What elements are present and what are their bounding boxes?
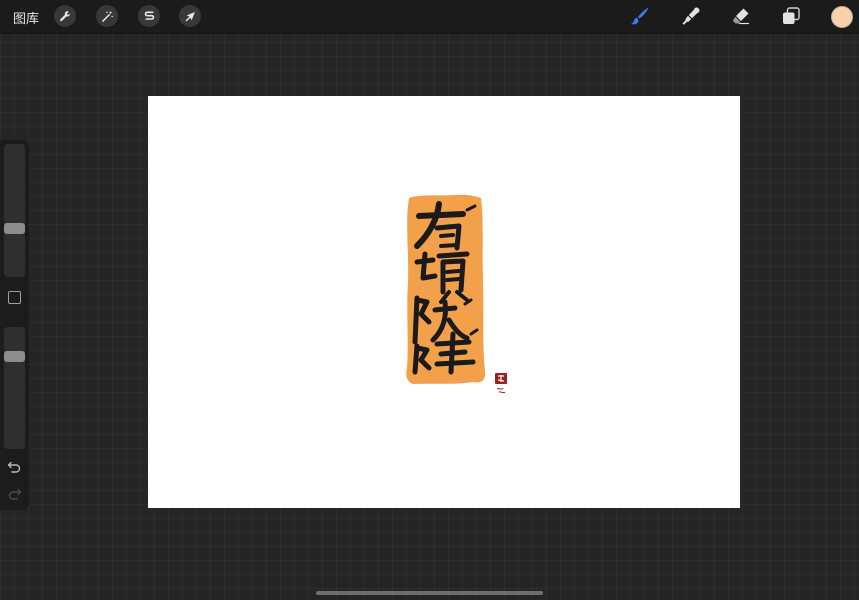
left-sidebar [0,140,29,510]
brush-icon[interactable] [630,6,650,26]
modify-button[interactable] [8,291,21,304]
opacity-thumb[interactable] [4,351,25,363]
smudge-icon[interactable] [681,6,701,26]
selection-button[interactable] [138,5,160,27]
adjustments-button[interactable] [96,5,118,27]
selection-icon [144,11,154,20]
brush-size-thumb[interactable] [4,223,25,235]
red-seal-stamp [495,373,507,394]
top-toolbar: 图库 [0,0,859,34]
magic-wand-icon [101,10,113,22]
actions-button[interactable] [54,5,76,27]
home-indicator [316,591,543,595]
brush-size-slider[interactable] [4,144,25,277]
layers-icon[interactable] [781,6,801,26]
color-picker-swatch[interactable] [831,6,853,28]
gallery-button[interactable]: 图库 [13,8,39,27]
wrench-icon [59,10,70,21]
eraser-icon[interactable] [731,6,751,26]
opacity-slider[interactable] [4,327,25,449]
drawing-canvas[interactable] [148,96,740,508]
calligraphy-artwork [406,194,486,384]
undo-icon[interactable] [7,459,22,474]
transform-arrow-icon [185,11,195,21]
redo-icon[interactable] [7,486,22,501]
transform-button[interactable] [179,5,201,27]
